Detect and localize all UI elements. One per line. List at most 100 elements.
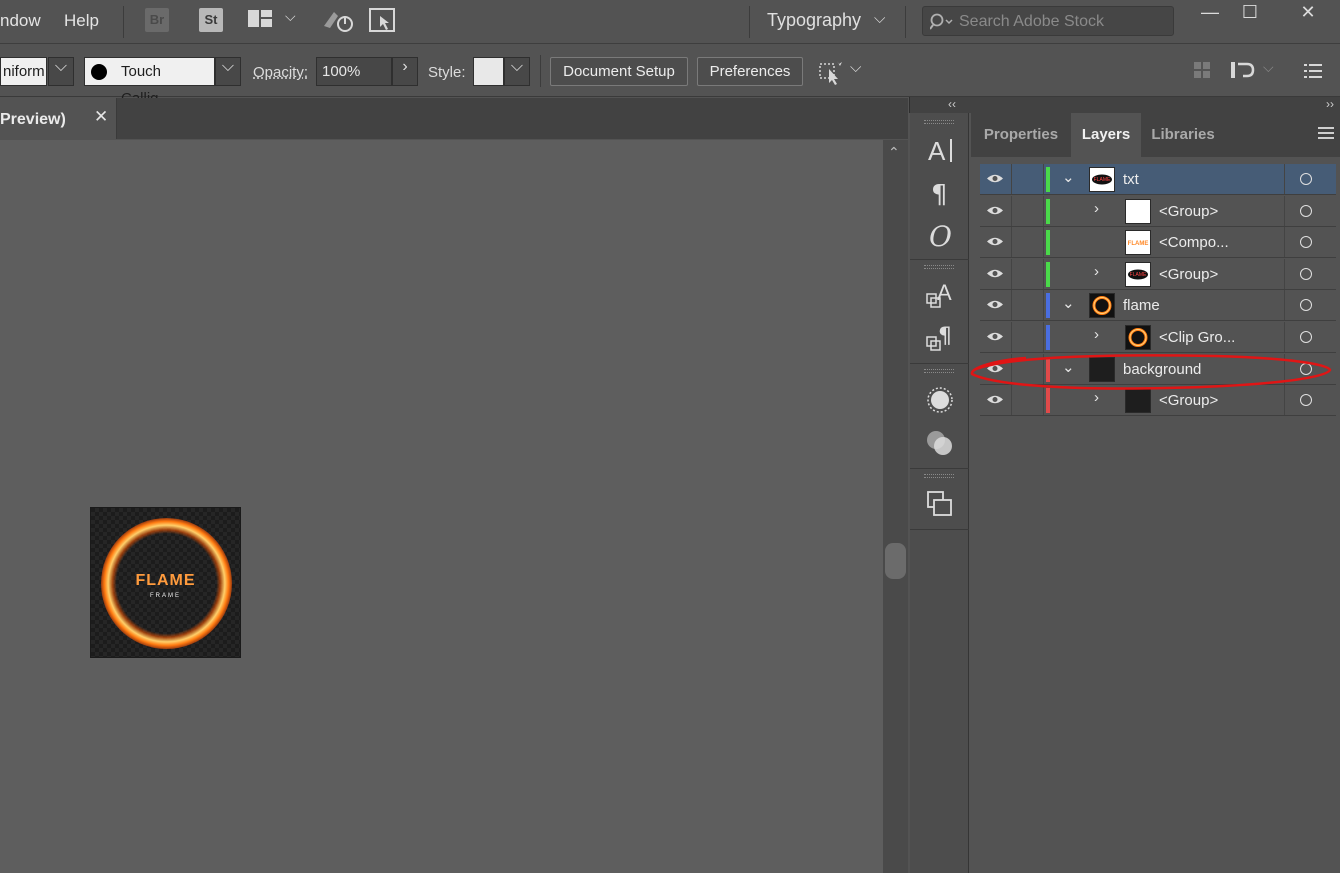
brush-definition[interactable]: Touch Callig... [84, 57, 215, 107]
lock-toggle[interactable] [1012, 385, 1044, 416]
style-dropdown[interactable]: ⌵ [504, 57, 530, 86]
chevron-down-icon[interactable]: ⌵ [874, 10, 885, 27]
chevron-down-icon[interactable]: ⌵ [1263, 59, 1274, 76]
visibility-toggle[interactable] [980, 258, 1012, 289]
panel-menu-icon[interactable] [1304, 63, 1322, 79]
gpu-performance-icon[interactable] [322, 6, 356, 34]
close-button[interactable]: ✕ [1284, 0, 1332, 30]
close-icon[interactable]: ✕ [94, 107, 108, 127]
opacity-expand[interactable]: › [392, 57, 418, 86]
scrollbar-thumb[interactable] [885, 543, 906, 579]
maximize-button[interactable]: ☐ [1226, 0, 1274, 30]
stock-search-field[interactable]: Search Adobe Stock [922, 6, 1174, 36]
workspace-switcher[interactable]: Typography [767, 10, 861, 31]
tab-properties[interactable]: Properties [975, 113, 1067, 157]
layer-row[interactable]: ⌄ background [980, 353, 1336, 385]
layer-name[interactable]: <Group> [1159, 203, 1218, 220]
visibility-toggle[interactable] [980, 195, 1012, 226]
visibility-toggle[interactable] [980, 353, 1012, 384]
layer-row[interactable]: › <Group> [980, 385, 1336, 417]
chevron-right-icon[interactable]: › [1094, 200, 1099, 217]
lock-toggle[interactable] [1012, 353, 1044, 384]
lock-toggle[interactable] [1012, 258, 1044, 289]
chevron-down-icon[interactable]: ⌵ [850, 59, 861, 76]
lock-toggle[interactable] [1012, 290, 1044, 321]
opentype-panel-icon[interactable]: O [923, 217, 957, 253]
target-toggle[interactable] [1284, 195, 1336, 226]
group-grip[interactable] [924, 120, 954, 124]
layer-row[interactable]: › <Group> [980, 195, 1336, 227]
tab-layers[interactable]: Layers [1071, 113, 1141, 157]
appearance-panel-icon[interactable] [923, 383, 957, 417]
group-grip[interactable] [924, 265, 954, 269]
layer-name[interactable]: txt [1123, 171, 1139, 188]
group-grip[interactable] [924, 474, 954, 478]
expand-icon[interactable]: ›› [1326, 97, 1334, 111]
character-panel-icon[interactable]: A [923, 133, 957, 167]
chevron-right-icon[interactable]: › [1094, 389, 1099, 406]
layer-name[interactable]: <Group> [1159, 266, 1218, 283]
chevron-right-icon[interactable]: › [1094, 326, 1099, 343]
transform-icon[interactable] [1229, 59, 1255, 81]
layer-name[interactable]: background [1123, 361, 1201, 378]
collapse-icon[interactable]: ‹‹ [948, 97, 956, 111]
opacity-label[interactable]: Opacity: [253, 64, 308, 81]
vertical-scrollbar[interactable]: ⌃ [883, 140, 908, 873]
touch-workspace-icon[interactable] [369, 8, 396, 34]
target-toggle[interactable] [1284, 322, 1336, 352]
lock-toggle[interactable] [1012, 227, 1044, 258]
menu-help[interactable]: Help [64, 11, 99, 31]
bridge-app-button[interactable]: Br [145, 8, 169, 32]
stock-app-button[interactable]: St [199, 8, 223, 32]
preferences-button[interactable]: Preferences [697, 57, 803, 86]
opacity-input[interactable]: 100% [316, 57, 392, 86]
document-setup-button[interactable]: Document Setup [550, 57, 688, 86]
paragraph-panel-icon[interactable]: ¶ [923, 175, 957, 210]
lock-toggle[interactable] [1012, 195, 1044, 226]
layer-row[interactable]: › <Clip Gro... [980, 322, 1336, 353]
chevron-right-icon[interactable]: › [1094, 263, 1099, 280]
layer-row[interactable]: › FLAME <Group> [980, 258, 1336, 290]
canvas[interactable]: FLAME FRAME [0, 140, 883, 873]
layer-name[interactable]: flame [1123, 297, 1160, 314]
profile-dropdown[interactable]: ⌵ [48, 57, 74, 86]
document-tab[interactable]: Preview) ✕ [0, 98, 117, 139]
target-toggle[interactable] [1284, 258, 1336, 289]
layer-name[interactable]: <Compo... [1159, 234, 1229, 251]
layer-row[interactable]: FLAME <Compo... [980, 227, 1336, 259]
select-similar-icon[interactable] [817, 59, 845, 85]
visibility-toggle[interactable] [980, 164, 1012, 194]
brush-dropdown[interactable]: ⌵ [215, 57, 241, 86]
layer-row[interactable]: ⌄ flame [980, 290, 1336, 322]
chevron-down-icon[interactable]: ⌄ [1062, 294, 1075, 312]
target-toggle[interactable] [1284, 164, 1336, 194]
target-toggle[interactable] [1284, 227, 1336, 258]
transparency-panel-icon[interactable] [923, 426, 957, 460]
tab-libraries[interactable]: Libraries [1141, 113, 1225, 157]
visibility-toggle[interactable] [980, 290, 1012, 321]
arrange-documents-icon[interactable] [247, 9, 273, 29]
layer-name[interactable]: <Group> [1159, 392, 1218, 409]
target-toggle[interactable] [1284, 290, 1336, 321]
character-styles-icon[interactable]: A [923, 276, 957, 310]
chevron-down-icon[interactable]: ⌄ [1062, 358, 1075, 376]
scroll-up-icon[interactable]: ⌃ [888, 144, 900, 161]
panel-options-icon[interactable] [1318, 127, 1334, 142]
target-toggle[interactable] [1284, 385, 1336, 416]
visibility-toggle[interactable] [980, 385, 1012, 416]
visibility-toggle[interactable] [980, 227, 1012, 258]
chevron-down-icon[interactable]: ⌄ [1062, 168, 1075, 186]
layer-name[interactable]: <Clip Gro... [1159, 329, 1235, 346]
lock-toggle[interactable] [1012, 164, 1044, 194]
lock-toggle[interactable] [1012, 322, 1044, 352]
graphic-style-swatch[interactable] [473, 57, 504, 86]
flame-artwork[interactable]: FLAME FRAME [90, 507, 241, 658]
variable-width-profile[interactable]: niform [0, 57, 47, 86]
group-grip[interactable] [924, 369, 954, 373]
target-toggle[interactable] [1284, 353, 1336, 384]
visibility-toggle[interactable] [980, 322, 1012, 352]
menu-window[interactable]: ndow [0, 11, 41, 31]
chevron-down-icon[interactable]: ⌵ [285, 8, 296, 25]
paragraph-styles-icon[interactable]: ¶ [923, 319, 957, 353]
layer-row[interactable]: ⌄ FLAME txt [980, 164, 1336, 195]
